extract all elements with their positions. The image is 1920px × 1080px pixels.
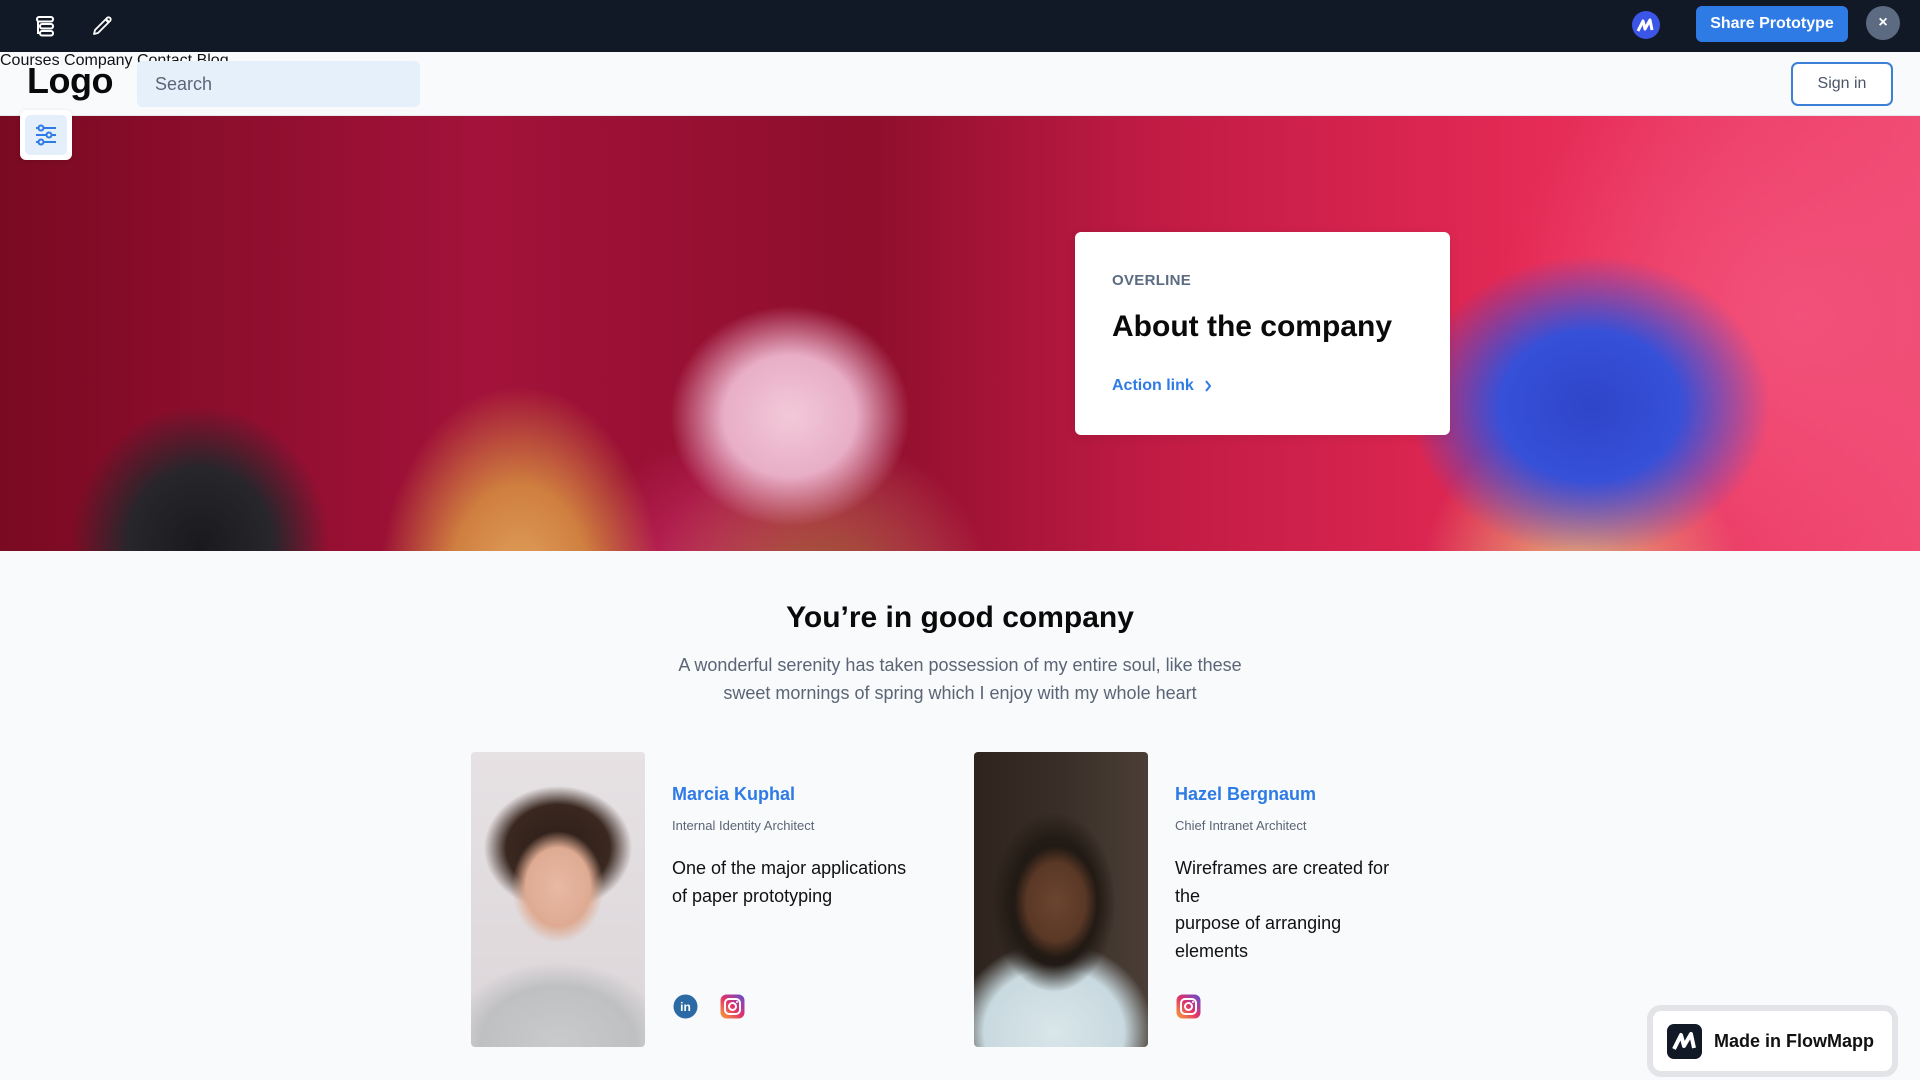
hero-overline: OVERLINE	[1112, 272, 1192, 289]
member-name[interactable]: Marcia Kuphal	[672, 784, 795, 805]
hero-title: About the company	[1112, 310, 1393, 343]
pencil-icon[interactable]	[88, 12, 116, 40]
hero-image: OVERLINE About the company Action link	[0, 116, 1920, 551]
member-photo	[974, 752, 1148, 1047]
member-role: Internal Identity Architect	[672, 818, 815, 833]
member-socials	[1176, 994, 1201, 1019]
instagram-icon[interactable]	[720, 994, 745, 1019]
share-prototype-button[interactable]: Share Prototype	[1696, 6, 1848, 42]
badge-label: Made in FlowMapp	[1714, 1030, 1874, 1051]
member-role: Chief Intranet Architect	[1175, 818, 1307, 833]
section-subtitle: A wonderful serenity has taken possessio…	[678, 655, 1242, 703]
made-in-flowmapp-badge[interactable]: Made in FlowMapp	[1647, 1005, 1898, 1077]
search-input[interactable]	[137, 61, 420, 107]
member-quote: One of the major applications of paper p…	[672, 858, 907, 906]
action-link[interactable]: Action link	[1112, 377, 1212, 395]
close-icon[interactable]: ×	[1866, 6, 1900, 40]
linkedin-icon[interactable]: in	[673, 994, 698, 1019]
site-header: Logo Courses Company Contact Blog Sign i…	[0, 52, 1920, 116]
action-link-label: Action link	[1112, 377, 1194, 394]
prototype-toolbar: Share Prototype ×	[0, 0, 1920, 52]
member-name[interactable]: Hazel Bergnaum	[1175, 784, 1316, 805]
hero-card: OVERLINE About the company Action link	[1075, 232, 1450, 435]
logo[interactable]: Logo	[27, 60, 113, 102]
member-quote: Wireframes are created for the purpose o…	[1175, 858, 1390, 961]
svg-text:in: in	[680, 1000, 691, 1014]
sign-in-button[interactable]: Sign in	[1791, 62, 1893, 106]
member-photo	[471, 752, 645, 1047]
flowmapp-logo-icon	[1667, 1023, 1702, 1059]
flowmapp-logo-icon[interactable]	[1632, 11, 1660, 39]
sliders-icon	[25, 115, 67, 155]
chevron-right-icon	[1205, 380, 1212, 392]
member-socials: in	[673, 994, 745, 1019]
sitemap-icon[interactable]	[31, 12, 59, 40]
instagram-icon[interactable]	[1176, 994, 1201, 1019]
filter-settings-button[interactable]	[20, 110, 72, 160]
section-title: You’re in good company	[786, 601, 1134, 634]
